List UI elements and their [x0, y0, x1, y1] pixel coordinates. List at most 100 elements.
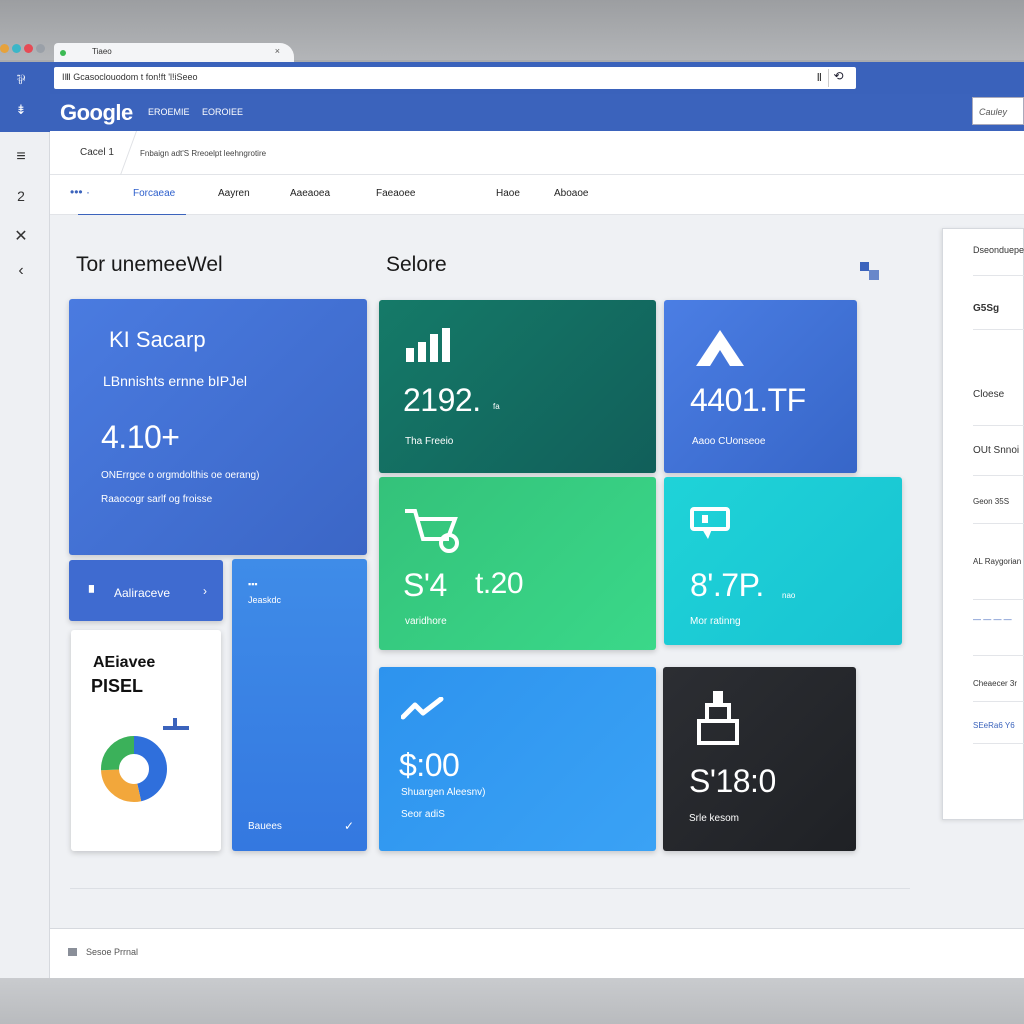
right-panel-item-5[interactable]: AL Raygorian [973, 557, 1021, 566]
thumb-icon: ▘ [89, 585, 99, 600]
tab-faeaoee[interactable]: Faeaoee [376, 188, 415, 199]
address-text[interactable]: IⅢ Gcasoclouodom t fon!ft 'l!iSeeo [62, 72, 198, 83]
trend-line-icon [401, 697, 444, 720]
app-header: Google EROEMIE EOROIEE Cauley [50, 94, 1024, 131]
tab-forcaeae[interactable]: Forcaeae [133, 188, 175, 199]
menu-icon[interactable]: ≡ [10, 148, 32, 166]
browser-tab[interactable]: Tiaeo × [54, 43, 294, 63]
right-panel-item-2[interactable]: Cloese [973, 389, 1004, 400]
google-logo[interactable]: Google [60, 100, 133, 126]
pie-card-title-a: AEiavee [93, 654, 156, 671]
right-panel-title: Dseonduepe [973, 245, 1024, 255]
share-icon[interactable] [860, 262, 880, 280]
pie-card-title-b: PISEL [91, 676, 144, 696]
stat-blue-label: Aaoo CUonseoe [692, 436, 766, 447]
right-panel-item-4[interactable]: Geon 35S [973, 497, 1009, 506]
rail-app-icon[interactable]: ⅌ [10, 70, 32, 88]
tower-icon [697, 691, 739, 745]
stat-dark-value: S'18:0 [689, 763, 776, 799]
desktop-bottom [0, 978, 1024, 1024]
summary-card-subtitle: LBnnishts ernne bIPJel [103, 373, 247, 389]
stat-teal-label: Tha Freeio [405, 436, 454, 447]
stat-cyan-value: 8'.7P. [690, 567, 764, 603]
stat-cyan-label: Mor ratinng [690, 616, 741, 627]
rail-download-icon[interactable]: ⇟ [10, 102, 32, 118]
right-panel-item-6[interactable]: — — — — [973, 615, 1012, 624]
donut-chart-icon [101, 736, 167, 802]
stat-card-green[interactable]: S'4 t.20 varidhore [379, 477, 656, 650]
pie-card[interactable]: AEiavee PISEL [71, 630, 221, 851]
nav-more-icon[interactable]: ••• · [70, 185, 90, 199]
right-panel-divider [973, 329, 1024, 330]
stat-sky-value: $:00 [399, 747, 460, 783]
right-panel-divider [973, 655, 1024, 656]
address-bar[interactable]: IⅢ Gcasoclouodom t fon!ft 'l!iSeeo Ⅱ ⟲ [54, 67, 856, 89]
bar-chart-icon [406, 328, 450, 362]
stat-green-value: S'4 [403, 567, 447, 603]
left-rail: ⅌ ⇟ ≡ 2 ✕ ‹ [0, 62, 50, 982]
tall-card-dots: ▪▪▪ [248, 579, 258, 589]
stat-green-value-b: t.20 [475, 567, 524, 600]
shopping-cart-icon [405, 509, 459, 553]
window-dot-cyan[interactable] [12, 44, 21, 53]
tab-close-icon[interactable]: × [275, 46, 280, 56]
right-panel-divider [973, 425, 1024, 426]
right-panel-divider [973, 523, 1024, 524]
right-panel-divider [973, 701, 1024, 702]
pause-icon[interactable]: Ⅱ [817, 71, 822, 84]
header-link-2[interactable]: EOROIEE [202, 107, 243, 117]
stat-sky-line2: Seor adiS [401, 809, 445, 820]
main-divider [70, 888, 910, 889]
stat-card-sky[interactable]: $:00 Shuargen Aleesnv) Seor adiS [379, 667, 656, 851]
tall-card[interactable]: ▪▪▪ Jeaskdc Bauees ✓ [232, 559, 367, 851]
tab-label: Tiaeo [92, 47, 112, 56]
tab-aaeaoea[interactable]: Aaeaoea [290, 188, 330, 199]
nav-tabs: ••• · Forcaeae Aayren Aaeaoea Faeaoee Ha… [50, 175, 1024, 218]
sub-tab[interactable]: Cacel 1 [50, 131, 130, 175]
stat-card-dark[interactable]: S'18:0 Srle kesom [663, 667, 856, 851]
sub-header-text: Fnbaign adt'S Rreoelpt leehngrotire [140, 149, 267, 158]
stat-card-cyan[interactable]: 8'.7P. nao Mor ratinng [664, 477, 902, 645]
status-text: Sesoe Prrnal [86, 947, 139, 957]
window-dot-red[interactable] [24, 44, 33, 53]
tab-aboaoe[interactable]: Aboaoe [554, 188, 588, 199]
pie-card-marker-icon [163, 718, 189, 730]
stat-cyan-suffix: nao [782, 591, 796, 600]
right-panel-item-7[interactable]: Cheaecer 3r [973, 679, 1017, 688]
status-icon [68, 948, 77, 956]
check-icon: ✓ [344, 819, 355, 833]
window-dot-orange[interactable] [0, 44, 9, 53]
tab-aayren[interactable]: Aayren [218, 188, 250, 199]
chat-ticket-icon [690, 507, 730, 539]
tab-favicon-icon [60, 50, 66, 56]
right-panel-item-3[interactable]: OUt Snnoi [973, 445, 1019, 456]
stat-card-teal[interactable]: 2192. fa Tha Freeio [379, 300, 656, 473]
window-dot-gray[interactable] [36, 44, 45, 53]
chevron-left-icon[interactable]: ‹ [10, 262, 32, 280]
stat-card-blue[interactable]: 4401.TF Aaoo CUonseoe [664, 300, 857, 473]
right-panel-item-1[interactable]: G5Sg [973, 303, 999, 314]
tall-card-bottom-label: Bauees [248, 821, 282, 832]
close-icon[interactable]: ✕ [10, 226, 32, 246]
summary-card-line2: Raaocogr sarlf og froisse [101, 494, 213, 505]
right-panel-item-8[interactable]: SEeRa6 Y6 [973, 721, 1015, 730]
reload-icon[interactable]: ⟲ [828, 69, 848, 87]
right-panel-divider [973, 275, 1024, 276]
right-panel: Dseonduepe G5Sg Cloese OUt Snnoi Geon 35… [942, 228, 1024, 820]
summary-card-title: KI Sacarp [109, 327, 206, 352]
summary-card-value: 4.10+ [101, 419, 180, 455]
stat-blue-value: 4401.TF [690, 382, 806, 418]
tall-card-top-label: Jeaskdc [248, 595, 282, 605]
status-bar: Sesoe Prrnal [50, 928, 1024, 978]
action-button[interactable]: ▘ Aaliraceve › [69, 560, 223, 621]
tab-haoe[interactable]: Haoe [496, 188, 520, 199]
section-title-right: Selore [386, 253, 447, 276]
country-selector[interactable]: Cauley [972, 97, 1024, 125]
sub-header: Cacel 1 Fnbaign adt'S Rreoelpt leehngrot… [50, 131, 1024, 175]
rail-number[interactable]: 2 [10, 188, 32, 204]
summary-card[interactable]: KI Sacarp LBnnishts ernne bIPJel 4.10+ O… [69, 299, 367, 555]
action-button-label: Aaliraceve [114, 586, 171, 600]
stat-sky-line1: Shuargen Aleesnv) [401, 787, 486, 798]
chevron-right-icon: › [203, 584, 207, 598]
header-link-1[interactable]: EROEMIE [148, 107, 190, 117]
